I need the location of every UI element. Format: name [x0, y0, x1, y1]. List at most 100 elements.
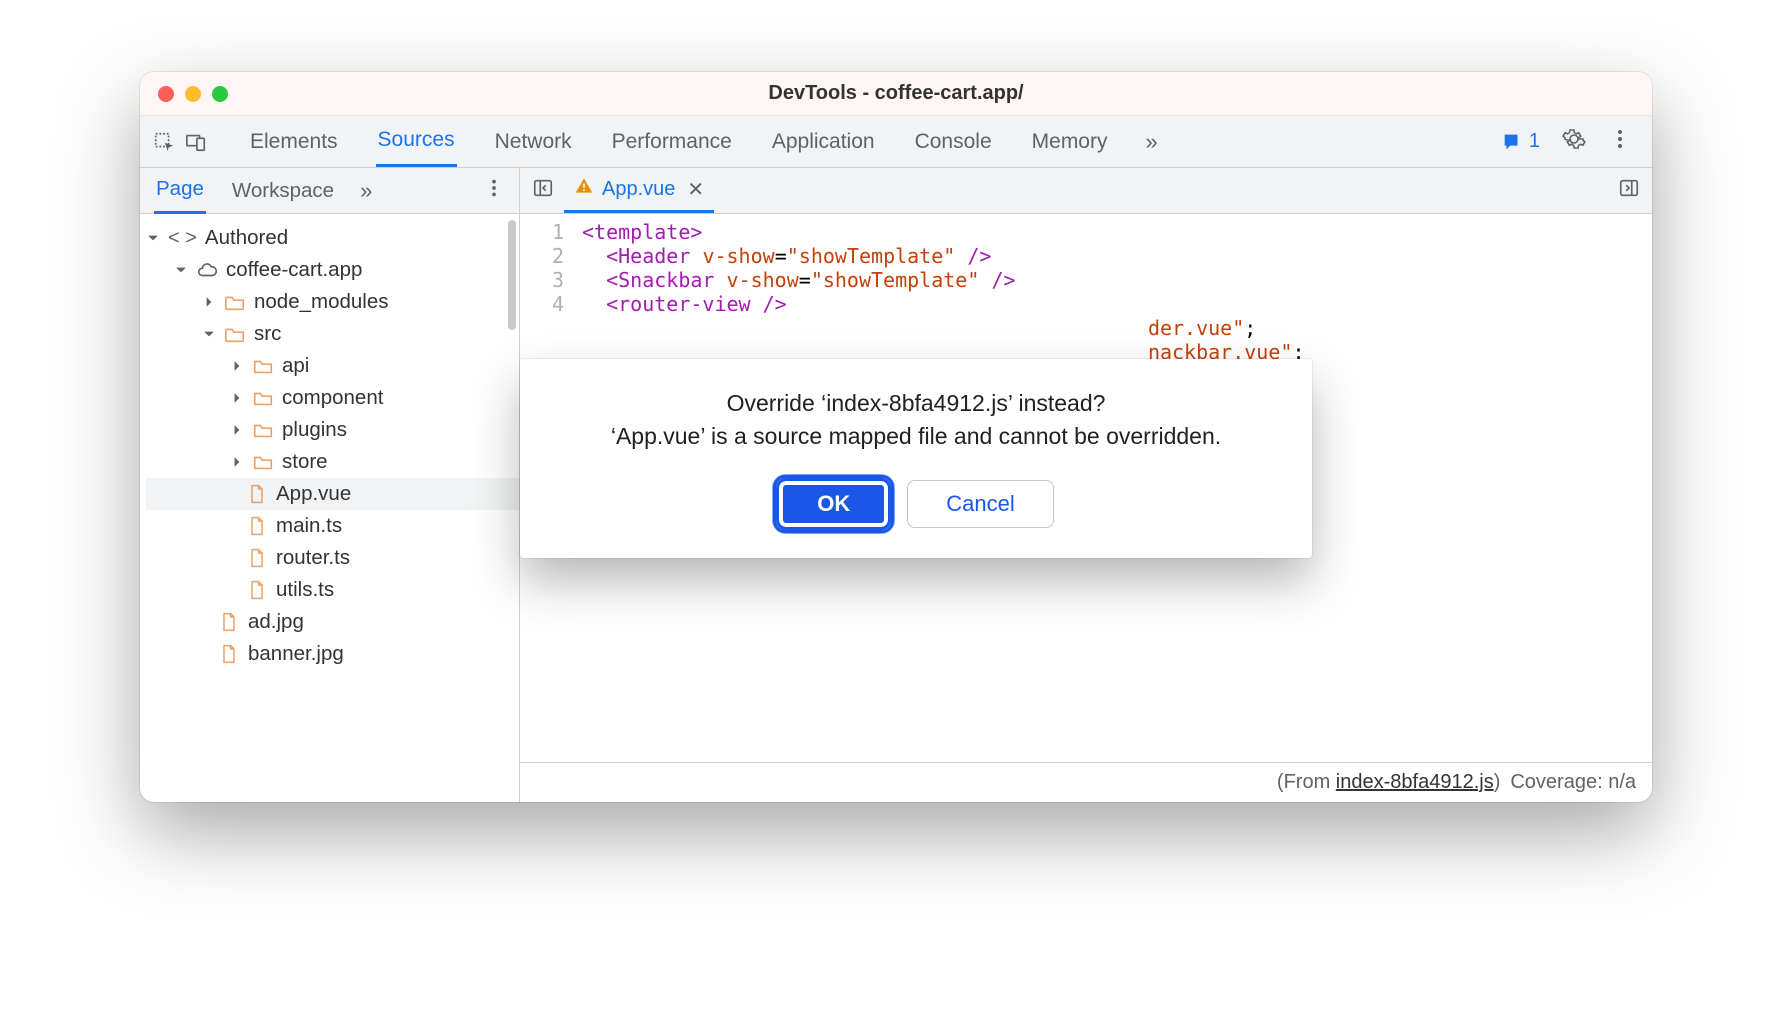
main-tabs: Elements Sources Network Performance App…	[248, 116, 1497, 167]
close-window-button[interactable]	[158, 86, 174, 102]
tree-file-app-vue[interactable]: App.vue	[146, 478, 519, 510]
tree-label: plugins	[282, 418, 347, 442]
warning-icon	[574, 176, 594, 202]
cloud-icon	[196, 260, 218, 280]
close-file-icon[interactable]: ✕	[687, 177, 704, 202]
coverage-status: Coverage: n/a	[1510, 771, 1636, 794]
tree-folder-node-modules[interactable]: node_modules	[146, 286, 519, 318]
tree-root-label: Authored	[205, 226, 288, 250]
subtab-workspace[interactable]: Workspace	[230, 169, 336, 213]
tree-folder-store[interactable]: store	[146, 446, 519, 478]
tree-folder-plugins[interactable]: plugins	[146, 414, 519, 446]
titlebar: DevTools - coffee-cart.app/	[140, 72, 1652, 116]
folder-icon	[224, 292, 246, 312]
open-file-tab[interactable]: App.vue ✕	[564, 168, 714, 213]
editor-statusbar: (From index-8bfa4912.js) Coverage: n/a	[520, 762, 1652, 802]
line-number: 3	[520, 268, 582, 292]
code-line[interactable]: 3 <Snackbar v-show="showTemplate" />	[520, 268, 1652, 292]
source-map-link[interactable]: index-8bfa4912.js	[1336, 771, 1494, 793]
folder-icon	[252, 452, 274, 472]
file-tree: < > Authored coffee-cart.app node_module…	[146, 222, 519, 670]
tree-label: api	[282, 354, 309, 378]
tab-memory[interactable]: Memory	[1030, 118, 1110, 166]
tab-console[interactable]: Console	[913, 118, 994, 166]
device-toolbar-icon[interactable]	[182, 131, 210, 153]
inspect-element-icon[interactable]	[150, 131, 178, 153]
code-content[interactable]: der.vue";	[582, 316, 1256, 340]
folder-icon	[252, 420, 274, 440]
code-content[interactable]: <Header v-show="showTemplate" />	[582, 244, 991, 268]
tree-file-ad-jpg[interactable]: ad.jpg	[146, 606, 519, 638]
disclosure-down-icon	[174, 264, 188, 276]
tree-label: store	[282, 450, 328, 474]
tab-performance[interactable]: Performance	[610, 118, 734, 166]
folder-icon	[252, 388, 274, 408]
source-map-from: (From index-8bfa4912.js)	[1277, 771, 1500, 794]
tree-label: router.ts	[276, 546, 350, 570]
file-icon	[246, 580, 268, 600]
ok-button[interactable]: OK	[778, 480, 889, 528]
tabs-overflow-icon[interactable]: »	[1145, 129, 1157, 155]
code-content[interactable]: <router-view />	[582, 292, 787, 316]
tree-file-banner-jpg[interactable]: banner.jpg	[146, 638, 519, 670]
line-number: 4	[520, 292, 582, 316]
tab-sources[interactable]: Sources	[376, 116, 457, 167]
cancel-button[interactable]: Cancel	[907, 480, 1053, 528]
tree-file-main-ts[interactable]: main.ts	[146, 510, 519, 542]
subtab-page[interactable]: Page	[154, 167, 206, 214]
traffic-lights	[140, 86, 228, 102]
tree-label: src	[254, 322, 281, 346]
tree-label: node_modules	[254, 290, 389, 314]
line-number: 1	[520, 220, 582, 244]
tree-root-authored[interactable]: < > Authored	[146, 222, 519, 254]
line-number: 2	[520, 244, 582, 268]
tree-label: utils.ts	[276, 578, 334, 602]
disclosure-right-icon	[230, 424, 244, 436]
issues-count: 1	[1529, 130, 1540, 153]
sources-left-tabs: Page Workspace »	[140, 168, 520, 213]
tree-folder-src[interactable]: src	[146, 318, 519, 350]
main-tabstrip: Elements Sources Network Performance App…	[140, 116, 1652, 168]
subtab-overflow-icon[interactable]: »	[360, 178, 372, 204]
code-content[interactable]: <Snackbar v-show="showTemplate" />	[582, 268, 1016, 292]
settings-icon[interactable]	[1562, 127, 1586, 156]
minimize-window-button[interactable]	[185, 86, 201, 102]
tab-elements[interactable]: Elements	[248, 118, 340, 166]
folder-icon	[224, 324, 246, 344]
file-icon	[246, 484, 268, 504]
tab-network[interactable]: Network	[493, 118, 574, 166]
code-content[interactable]: <template>	[582, 220, 702, 244]
file-icon	[246, 548, 268, 568]
sources-body: < > Authored coffee-cart.app node_module…	[140, 214, 1652, 802]
secondary-row: Page Workspace » App.vue ✕	[140, 168, 1652, 214]
issues-chip[interactable]: 1	[1501, 130, 1540, 153]
disclosure-right-icon	[230, 392, 244, 404]
code-line[interactable]: 2 <Header v-show="showTemplate" />	[520, 244, 1652, 268]
code-line[interactable]: 1<template>	[520, 220, 1652, 244]
tab-application[interactable]: Application	[770, 118, 877, 166]
more-menu-icon[interactable]	[1608, 127, 1632, 156]
tree-file-utils-ts[interactable]: utils.ts	[146, 574, 519, 606]
file-navigator[interactable]: < > Authored coffee-cart.app node_module…	[140, 214, 520, 802]
tree-folder-component[interactable]: component	[146, 382, 519, 414]
code-line[interactable]: 4 <router-view />	[520, 292, 1652, 316]
folder-icon	[252, 356, 274, 376]
scrollbar-thumb[interactable]	[508, 220, 516, 330]
tree-domain[interactable]: coffee-cart.app	[146, 254, 519, 286]
tree-file-router-ts[interactable]: router.ts	[146, 542, 519, 574]
toggle-navigator-icon[interactable]	[532, 177, 554, 204]
toolbar-right: 1	[1501, 127, 1642, 156]
tree-label: main.ts	[276, 514, 342, 538]
toggle-debugger-icon[interactable]	[1618, 177, 1640, 204]
navigator-more-icon[interactable]	[483, 177, 519, 204]
dialog-line-2: ‘App.vue’ is a source mapped file and ca…	[554, 420, 1278, 453]
tree-label: component	[282, 386, 383, 410]
tree-folder-api[interactable]: api	[146, 350, 519, 382]
zoom-window-button[interactable]	[212, 86, 228, 102]
code-line[interactable]: der.vue";	[520, 316, 1652, 340]
dialog-line-1: Override ‘index-8bfa4912.js’ instead?	[554, 387, 1278, 420]
override-dialog: Override ‘index-8bfa4912.js’ instead? ‘A…	[520, 359, 1312, 558]
disclosure-down-icon	[146, 232, 160, 244]
tree-label: banner.jpg	[248, 642, 344, 666]
disclosure-down-icon	[202, 328, 216, 340]
